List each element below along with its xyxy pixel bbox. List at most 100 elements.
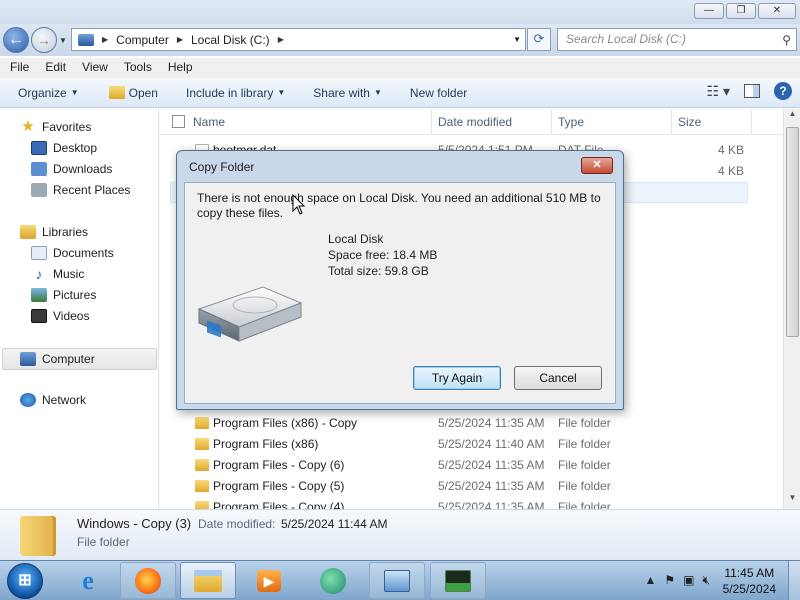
copy-folder-dialog: Copy Folder ✕ There is not enough space … [176,150,624,410]
chevron-right-icon[interactable]: ▶ [278,35,284,44]
scroll-up-icon[interactable]: ▲ [784,109,800,125]
share-with-button[interactable]: Share with ▼ [305,86,390,100]
column-name[interactable]: Name [193,115,225,129]
nav-videos[interactable]: Videos [31,309,89,323]
navigation-pane: ★ Favorites Desktop Downloads Recent Plac… [0,109,159,509]
scrollbar-thumb[interactable] [786,127,799,337]
help-icon[interactable]: ? [774,82,792,100]
disk-space-free: Space free: 18.4 MB [328,248,438,262]
clock-time: 11:45 AM [724,566,775,580]
details-date-value: 5/25/2024 11:44 AM [281,517,388,531]
breadcrumb-local-disk[interactable]: Local Disk (C:) [191,33,270,47]
start-button[interactable]: ⊞ [7,563,43,599]
file-name: Program Files - Copy (4) [213,500,345,509]
new-folder-button[interactable]: New folder [402,86,475,100]
table-row[interactable]: Program Files - Copy (5) 5/25/2024 11:35… [160,476,790,497]
address-bar[interactable]: ▶ Computer ▶ Local Disk (C:) ▶ ▼ [71,28,526,51]
menu-file[interactable]: File [2,58,37,78]
disk-total-size: Total size: 59.8 GB [328,264,429,278]
file-type: File folder [558,500,611,509]
search-input[interactable]: Search Local Disk (C:) ⚲ [557,28,797,51]
chat-bubble-icon [320,567,346,594]
action-center-flag-icon[interactable]: ⚑ [664,573,675,588]
address-dropdown-icon[interactable]: ▼ [513,35,521,44]
column-size[interactable]: Size [678,115,701,129]
include-in-library-button[interactable]: Include in library ▼ [178,86,293,100]
breadcrumb-computer[interactable]: Computer [116,33,169,47]
table-row[interactable]: Program Files - Copy (4) 5/25/2024 11:35… [160,497,790,509]
menu-tools[interactable]: Tools [116,58,160,78]
nav-network[interactable]: Network [20,393,86,407]
show-desktop-button[interactable] [788,561,800,600]
nav-desktop[interactable]: Desktop [31,141,97,155]
hard-drive-icon [197,286,303,342]
table-row[interactable]: Program Files (x86) 5/25/2024 11:40 AM F… [160,434,790,455]
volume-muted-icon[interactable]: 🔇︎ [702,573,710,588]
nav-music[interactable]: ♪ Music [31,267,85,281]
forward-button[interactable]: → [31,27,57,53]
nav-favorites[interactable]: ★ Favorites [20,119,91,134]
folder-icon [195,501,209,509]
nav-libraries[interactable]: Libraries [20,225,88,239]
vertical-scrollbar[interactable]: ▲ ▼ [783,109,800,509]
try-again-button[interactable]: Try Again [413,366,501,390]
table-row[interactable]: Program Files - Copy (6) 5/25/2024 11:35… [160,455,790,476]
file-name: Program Files (x86) - Copy [213,416,358,430]
organize-label: Organize [18,85,67,100]
maximize-button[interactable]: ❐ [726,3,756,19]
file-type: File folder [558,416,611,430]
nav-recent-places[interactable]: Recent Places [31,183,130,197]
select-all-checkbox[interactable] [172,115,185,128]
taskbar-explorer[interactable] [180,562,236,599]
taskbar-media-player[interactable]: ▶ [241,562,297,599]
column-divider[interactable] [431,109,432,135]
recent-pages-dropdown[interactable]: ▼ [59,36,67,45]
disk-name: Local Disk [328,232,384,246]
refresh-button[interactable]: ⟳ [527,28,551,51]
network-tray-icon[interactable]: ▣ [683,573,694,588]
nav-downloads[interactable]: Downloads [31,162,112,176]
column-divider[interactable] [751,109,752,135]
dialog-close-button[interactable]: ✕ [581,157,613,174]
column-type[interactable]: Type [558,115,584,129]
column-divider[interactable] [671,109,672,135]
change-view-icon[interactable]: ☷ ▾ [707,83,730,100]
back-button[interactable]: ← [3,27,29,53]
nav-documents[interactable]: Documents [31,246,114,260]
folder-open-icon [108,86,125,99]
videos-icon [31,309,47,323]
taskbar-firefox[interactable] [120,562,176,599]
column-date-modified[interactable]: Date modified [438,115,512,129]
nav-computer[interactable]: Computer [2,348,157,370]
minimize-button[interactable]: — [694,3,724,19]
address-row: ← → ▼ ▶ Computer ▶ Local Disk (C:) ▶ ▼ ⟳… [0,24,800,56]
chevron-right-icon[interactable]: ▶ [177,35,183,44]
menu-help[interactable]: Help [160,58,201,78]
computer-location-icon [78,33,94,46]
system-clock[interactable]: 11:45 AM 5/25/2024 [723,565,776,597]
table-row[interactable]: Program Files (x86) - Copy 5/25/2024 11:… [160,413,790,434]
show-hidden-icons[interactable]: ▲ [644,573,656,588]
scroll-down-icon[interactable]: ▼ [784,493,800,509]
taskbar-task-manager[interactable] [430,562,486,599]
menu-view[interactable]: View [74,58,116,78]
chevron-right-icon[interactable]: ▶ [102,35,108,44]
search-icon[interactable]: ⚲ [782,30,791,51]
column-divider[interactable] [551,109,552,135]
organize-button[interactable]: Organize ▼ [10,86,87,100]
firefox-icon [135,567,161,594]
menu-edit[interactable]: Edit [37,58,74,78]
file-date: 5/25/2024 11:35 AM [438,479,545,493]
recent-places-icon [31,183,47,197]
close-button[interactable]: ✕ [758,3,796,19]
cancel-button[interactable]: Cancel [514,366,602,390]
open-button[interactable]: Open [101,86,166,100]
taskbar-app-green[interactable] [305,562,361,599]
taskbar: ⊞ e ▶ ▲ ⚑ ▣ 🔇︎ 11:45 AM 5/25/2024 [0,560,800,600]
nav-documents-label: Documents [53,246,114,260]
nav-pictures[interactable]: Pictures [31,288,96,302]
details-date-label: Date modified: [198,517,276,531]
taskbar-control-panel[interactable] [369,562,425,599]
taskbar-internet-explorer[interactable]: e [60,562,116,599]
preview-pane-icon[interactable] [744,84,760,98]
